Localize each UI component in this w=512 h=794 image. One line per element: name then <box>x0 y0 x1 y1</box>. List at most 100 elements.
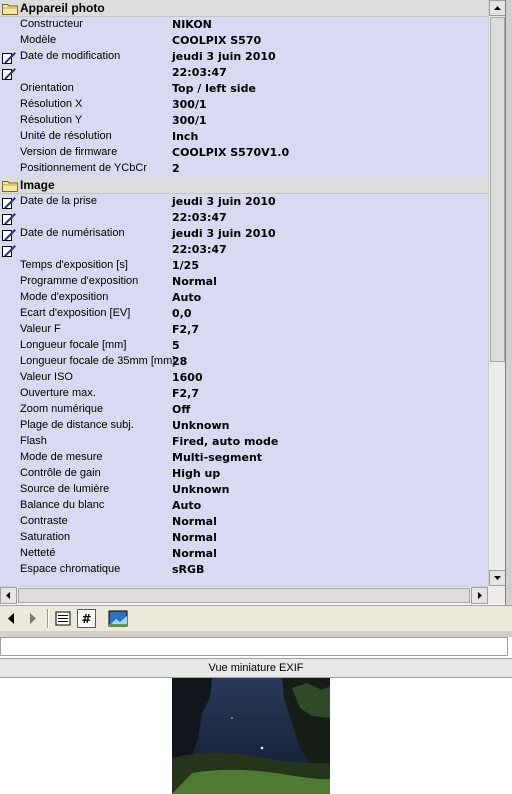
window-edge <box>505 0 512 606</box>
property-value: Normal <box>172 547 217 560</box>
property-label: Plage de distance subj. <box>20 419 134 431</box>
property-label: Ecart d'exposition [EV] <box>20 307 131 319</box>
property-row[interactable]: Longueur focale [mm] 5 <box>0 338 488 354</box>
vertical-scroll-thumb[interactable] <box>490 17 505 362</box>
property-value: COOLPIX S570 <box>172 34 262 47</box>
property-label: Orientation <box>20 82 74 94</box>
property-row[interactable]: Temps d'exposition [s] 1/25 <box>0 258 488 274</box>
edit-pencil-icon[interactable] <box>2 67 16 80</box>
edit-pencil-icon[interactable] <box>2 196 16 209</box>
property-row[interactable]: Date de modification jeudi 3 juin 2010 <box>0 49 488 65</box>
property-value: High up <box>172 467 221 480</box>
property-row[interactable]: 22:03:47 <box>0 65 488 81</box>
property-value: 300/1 <box>172 114 207 127</box>
property-value: Normal <box>172 275 217 288</box>
property-row[interactable]: Longueur focale de 35mm [mm] 28 <box>0 354 488 370</box>
property-label: Date de numérisation <box>20 227 125 239</box>
property-row[interactable]: Valeur ISO 1600 <box>0 370 488 386</box>
horizontal-scroll-thumb[interactable] <box>18 588 470 603</box>
scroll-right-icon <box>478 592 482 599</box>
forward-arrow-icon[interactable] <box>26 609 40 628</box>
property-value: 0,0 <box>172 307 192 320</box>
property-label: Constructeur <box>20 18 83 30</box>
property-row[interactable]: Constructeur NIKON <box>0 17 488 33</box>
property-value: Normal <box>172 531 217 544</box>
back-arrow-icon[interactable] <box>4 609 18 628</box>
property-label: Espace chromatique <box>20 563 121 575</box>
property-row[interactable]: Mode d'exposition Auto <box>0 290 488 306</box>
property-row[interactable]: Unité de résolution Inch <box>0 129 488 145</box>
property-label: Longueur focale [mm] <box>20 339 127 351</box>
property-row[interactable]: Orientation Top / left side <box>0 81 488 97</box>
property-row[interactable]: Zoom numérique Off <box>0 402 488 418</box>
property-value: Fired, auto mode <box>172 435 279 448</box>
property-label: Flash <box>20 435 47 447</box>
property-label: Mode de mesure <box>20 451 103 463</box>
property-row[interactable]: Ecart d'exposition [EV] 0,0 <box>0 306 488 322</box>
scroll-down-button[interactable] <box>489 570 506 586</box>
group-title: Image <box>20 178 55 192</box>
property-row[interactable]: Valeur F F2,7 <box>0 322 488 338</box>
property-row[interactable]: Saturation Normal <box>0 530 488 546</box>
property-row[interactable]: Modèle COOLPIX S570 <box>0 33 488 49</box>
property-row[interactable]: Date de numérisation jeudi 3 juin 2010 <box>0 226 488 242</box>
property-value: Inch <box>172 130 199 143</box>
property-value: 22:03:47 <box>172 66 227 79</box>
property-label: Longueur focale de 35mm [mm] <box>20 355 176 367</box>
property-row[interactable]: 22:03:47 <box>0 242 488 258</box>
property-value: 300/1 <box>172 98 207 111</box>
property-row[interactable]: Mode de mesure Multi-segment <box>0 450 488 466</box>
folder-icon <box>2 4 18 15</box>
property-row[interactable]: Date de la prise jeudi 3 juin 2010 <box>0 194 488 210</box>
thumbnail-view-icon[interactable] <box>108 609 128 628</box>
property-row[interactable]: Source de lumière Unknown <box>0 482 488 498</box>
property-row[interactable]: Netteté Normal <box>0 546 488 562</box>
property-value: Unknown <box>172 419 230 432</box>
property-row[interactable]: Balance du blanc Auto <box>0 498 488 514</box>
property-label: Valeur ISO <box>20 371 73 383</box>
property-label: Valeur F <box>20 323 61 335</box>
property-row[interactable]: Positionnement de YCbCr 2 <box>0 161 488 177</box>
property-row[interactable]: Programme d'exposition Normal <box>0 274 488 290</box>
edit-pencil-icon[interactable] <box>2 244 16 257</box>
property-value: 1/25 <box>172 259 199 272</box>
edit-pencil-icon[interactable] <box>2 212 16 225</box>
scroll-up-icon <box>494 6 501 10</box>
scrollbar-corner <box>488 586 506 604</box>
property-value: sRGB <box>172 563 205 576</box>
property-row[interactable]: Flash Fired, auto mode <box>0 434 488 450</box>
property-value: jeudi 3 juin 2010 <box>172 50 276 63</box>
property-row[interactable]: Résolution X 300/1 <box>0 97 488 113</box>
exif-property-list: Appareil photo Constructeur NIKON Modèle COO… <box>0 0 488 586</box>
property-row[interactable]: Résolution Y 300/1 <box>0 113 488 129</box>
vertical-scrollbar[interactable] <box>488 0 506 586</box>
horizontal-scrollbar[interactable] <box>0 586 488 604</box>
scroll-left-button[interactable] <box>0 587 17 604</box>
property-label: Résolution Y <box>20 114 83 126</box>
thumbnail-area <box>0 678 512 794</box>
scroll-right-button[interactable] <box>471 587 488 604</box>
property-row[interactable]: Contrôle de gain High up <box>0 466 488 482</box>
edit-pencil-icon[interactable] <box>2 51 16 64</box>
group-header[interactable]: Appareil photo <box>0 0 488 17</box>
property-value: jeudi 3 juin 2010 <box>172 195 276 208</box>
property-row[interactable]: Contraste Normal <box>0 514 488 530</box>
property-row[interactable]: 22:03:47 <box>0 210 488 226</box>
property-row[interactable]: Version de firmware COOLPIX S570V1.0 <box>0 145 488 161</box>
property-value: 1600 <box>172 371 203 384</box>
group-header[interactable]: Image <box>0 177 488 194</box>
property-label: Contraste <box>20 515 68 527</box>
property-row[interactable]: Plage de distance subj. Unknown <box>0 418 488 434</box>
list-view-icon[interactable] <box>54 609 72 628</box>
property-value: jeudi 3 juin 2010 <box>172 227 276 240</box>
property-row[interactable]: Espace chromatique sRGB <box>0 562 488 578</box>
property-label: Date de modification <box>20 50 121 62</box>
scroll-up-button[interactable] <box>489 0 506 16</box>
hash-view-icon[interactable]: # <box>77 609 96 628</box>
edit-pencil-icon[interactable] <box>2 228 16 241</box>
comment-text-field[interactable] <box>0 637 508 656</box>
scroll-down-icon <box>494 576 501 580</box>
property-row[interactable]: Ouverture max. F2,7 <box>0 386 488 402</box>
toolbar: # <box>0 605 512 632</box>
property-label: Netteté <box>20 547 56 559</box>
